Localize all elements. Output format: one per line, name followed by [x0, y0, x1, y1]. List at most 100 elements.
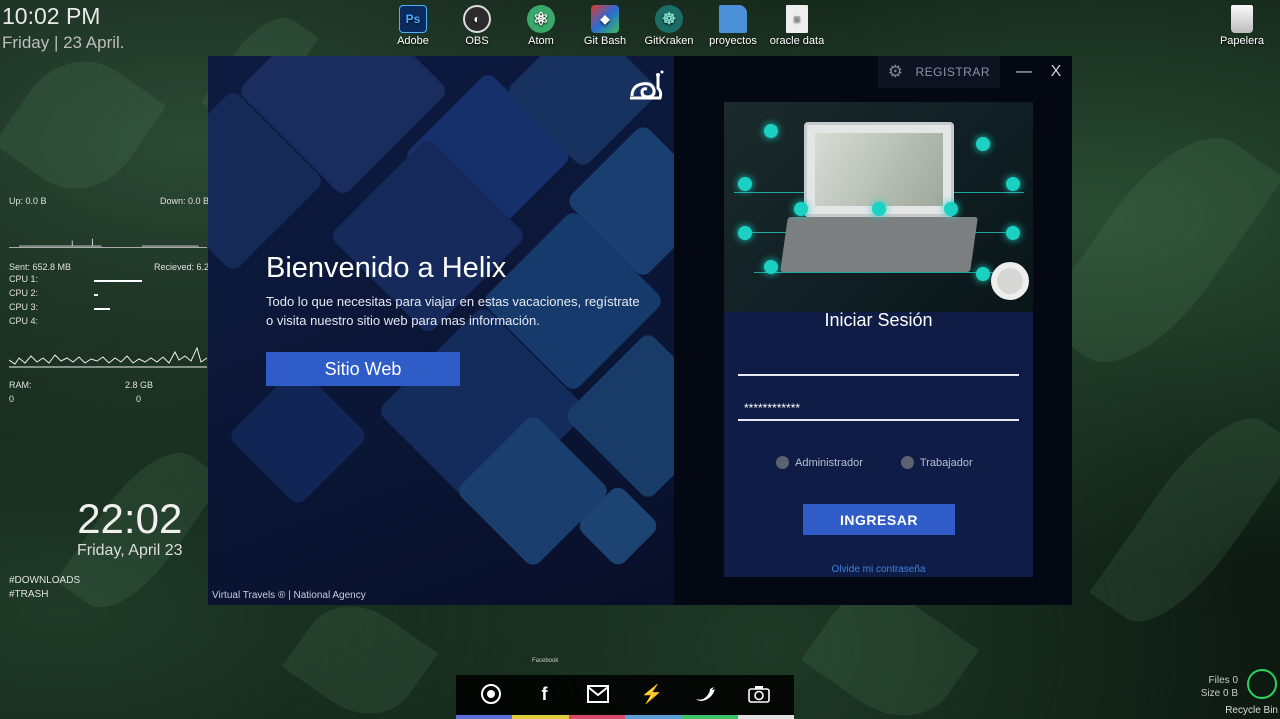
desktop-icon-proyectos[interactable]: proyectos — [701, 0, 765, 47]
net-up: Up: 0.0 B — [9, 196, 47, 206]
forgot-password-link[interactable]: Olvide mi contraseña — [724, 564, 1033, 575]
network-node-icon — [764, 124, 778, 138]
gear-icon: ⚙ — [887, 62, 904, 81]
photoshop-icon: Ps — [399, 5, 427, 33]
register-button[interactable]: ⚙ REGISTRAR — [877, 56, 1000, 88]
recycle-bin-ring-icon[interactable] — [1247, 669, 1277, 699]
ram-label: RAM: — [9, 380, 32, 390]
login-submit-button[interactable]: INGRESAR — [803, 504, 955, 535]
minimize-button[interactable]: — — [1008, 63, 1040, 81]
net-received: Recieved: 6.2 — [153, 262, 209, 272]
network-node-icon — [872, 202, 886, 216]
dock-color-segment — [737, 715, 794, 719]
login-card: Iniciar Sesión Administrador Trabajador … — [724, 102, 1033, 577]
coffee-cup-image — [991, 262, 1029, 300]
chrome-icon[interactable] — [479, 682, 503, 706]
dock-tooltip: Facebook — [532, 658, 559, 664]
gmail-icon[interactable] — [586, 682, 610, 706]
cpu-label: CPU 1: — [9, 274, 39, 284]
desktop-icon-label: GitKraken — [644, 35, 694, 47]
cpu-row: CPU 1: — [9, 274, 209, 288]
dock-color-segment — [512, 715, 569, 719]
desktop-icon-git-bash[interactable]: ◆ Git Bash — [573, 0, 637, 47]
cpu-row: CPU 2: — [9, 288, 209, 302]
big-clock-date: Friday, April 23 — [77, 542, 183, 559]
desktop-icon-label: Atom — [528, 35, 554, 47]
tag-trash[interactable]: #TRASH — [9, 588, 80, 602]
cpu-graph — [8, 346, 208, 368]
radio-dot — [776, 456, 789, 469]
ram-value: 2.8 GB — [124, 380, 153, 390]
desktop-icon-label: Papelera — [1219, 35, 1265, 47]
radio-label: Trabajador — [919, 456, 973, 469]
login-panel: ⚙ REGISTRAR — X Iniciar Sesión *********… — [674, 56, 1072, 605]
folder-icon — [719, 5, 747, 33]
document-icon: ≡ — [786, 5, 808, 33]
hero-image — [724, 102, 1033, 312]
helix-login-window: Bienvenido a Helix Todo lo que necesitas… — [208, 56, 1072, 605]
cpu-row: CPU 3: — [9, 302, 209, 316]
shortcut-tags: #DOWNLOADS #TRASH — [9, 574, 80, 602]
cpu-label: CPU 3: — [9, 302, 39, 312]
stat-zero-left: 0 — [9, 394, 15, 404]
stat-zero-right: 0 — [135, 394, 141, 404]
keyboard-image — [780, 217, 978, 272]
website-button[interactable]: Sitio Web — [266, 352, 460, 386]
network-node-icon — [738, 177, 752, 191]
close-button[interactable]: X — [1040, 63, 1072, 81]
network-node-icon — [1006, 226, 1020, 240]
obs-icon: ◐ — [463, 5, 491, 33]
network-node-icon — [1006, 177, 1020, 191]
files-size: Size 0 B — [1200, 688, 1238, 699]
desktop-icon-papelera[interactable]: Papelera — [1210, 0, 1274, 47]
cpu-label: CPU 2: — [9, 288, 39, 298]
desktop-icon-label: Adobe — [397, 35, 429, 47]
desktop-icon-oracle-data[interactable]: ≡ oracle data — [765, 0, 829, 47]
facebook-icon[interactable]: f — [532, 682, 556, 706]
radio-dot — [900, 456, 914, 469]
register-label: REGISTRAR — [915, 65, 990, 79]
system-stats-widget: Up: 0.0 B Down: 0.0 B Sent: 652.8 MB Rec… — [8, 194, 209, 406]
clock-time: 10:02 PM — [2, 3, 101, 29]
desktop-icon-label: oracle data — [769, 35, 825, 47]
zap-icon[interactable]: ⚡ — [640, 682, 664, 706]
network-node-icon — [976, 267, 990, 281]
network-line — [754, 272, 1004, 273]
welcome-title: Bienvenido a Helix — [266, 252, 507, 284]
desktop-icon-gitkraken[interactable]: ☸ GitKraken — [637, 0, 701, 47]
desktop-icon-adobe[interactable]: Ps Adobe — [381, 0, 445, 47]
clock-date: Friday | 23 April. — [2, 33, 125, 52]
cpu-bar — [94, 294, 98, 296]
dock-color-segment — [624, 715, 682, 719]
welcome-panel: Bienvenido a Helix Todo lo que necesitas… — [208, 56, 674, 605]
network-node-icon — [944, 202, 958, 216]
camera-icon[interactable] — [747, 682, 771, 706]
dock: f ⚡ — [456, 675, 794, 719]
big-clock-widget: 22:02 Friday, April 23 — [77, 496, 183, 560]
decor-tile — [227, 365, 369, 507]
recycle-bin-label: Recycle Bin — [1225, 705, 1278, 716]
radio-administrador[interactable]: Administrador — [776, 456, 863, 469]
recycle-info: Files 0 Size 0 B — [1201, 674, 1238, 700]
welcome-description: Todo lo que necesitas para viajar en est… — [266, 294, 640, 328]
dock-color-segment — [568, 715, 625, 719]
network-node-icon — [794, 202, 808, 216]
laptop-screen — [815, 133, 943, 206]
cpu-label: CPU 4: — [9, 316, 39, 326]
window-topbar: ⚙ REGISTRAR — X — [877, 56, 1072, 88]
network-graph — [9, 236, 207, 248]
desktop-icon-atom[interactable]: ⚛ Atom — [509, 0, 573, 47]
cpu-bar — [94, 280, 142, 282]
username-field[interactable] — [738, 352, 1019, 376]
dock-color-segment — [681, 715, 738, 719]
rainmeter-clock: 10:02 PM Friday | 23 April. — [2, 3, 125, 53]
network-node-icon — [976, 137, 990, 151]
tag-downloads[interactable]: #DOWNLOADS — [9, 574, 80, 588]
cpu-row: CPU 4: — [9, 316, 209, 330]
twitter-icon[interactable] — [693, 682, 717, 706]
password-field[interactable] — [738, 397, 1019, 421]
network-node-icon — [738, 226, 752, 240]
desktop-icon-obs[interactable]: ◐ OBS — [445, 0, 509, 47]
radio-trabajador[interactable]: Trabajador — [900, 456, 973, 469]
desktop-icon-label: OBS — [465, 35, 489, 47]
